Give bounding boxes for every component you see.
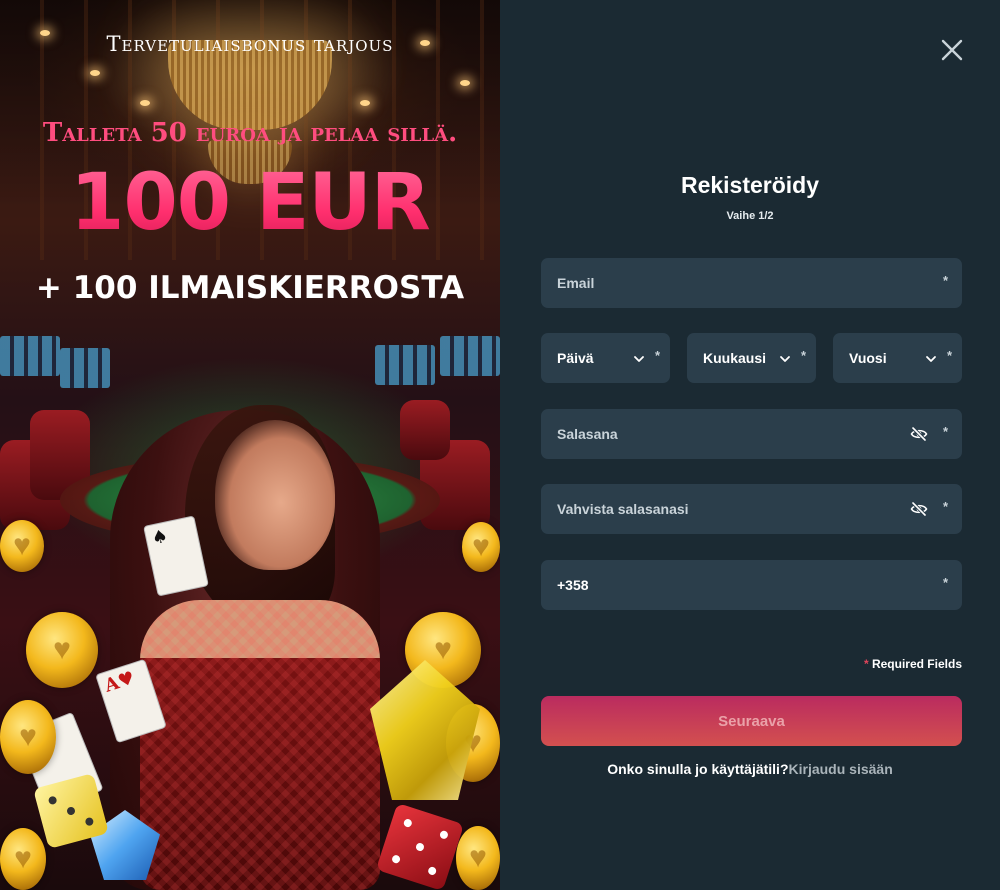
chevron-down-icon [926,356,936,362]
free-spins-label: + 100 ILMAISKIERROSTA [35,270,465,306]
password-field[interactable]: Salasana * [541,409,962,459]
required-fields-note: * Required Fields [500,657,962,671]
required-marker: * [942,575,948,590]
gold-coin [462,522,500,572]
eye-off-icon[interactable] [910,500,928,518]
phone-field[interactable]: +358 * [541,560,962,610]
character-face [215,420,335,570]
confirm-password-placeholder: Vahvista salasanasi [557,501,689,517]
year-select-label: Vuosi [849,350,887,366]
day-select-label: Päivä [557,350,594,366]
next-button[interactable]: Seuraava [541,696,962,746]
confirm-password-field[interactable]: Vahvista salasanasi * [541,484,962,534]
required-marker: * [942,424,948,439]
registration-modal: ♠ A♥ A♦ Tervetuliaisbonus tarjous Tallet… [0,0,1000,890]
month-select[interactable]: Kuukausi * [687,333,816,383]
slot-machines [375,345,435,385]
login-link[interactable]: Kirjaudu sisään [789,761,893,777]
chevron-down-icon [780,356,790,362]
deposit-offer-headline: Talleta 50 euroa ja pelaa sillä. [42,118,458,148]
ceiling-lamp [140,100,150,106]
required-marker: * [942,273,948,288]
month-select-label: Kuukausi [703,350,767,366]
slot-machines [60,348,110,388]
eye-off-icon[interactable] [910,425,928,443]
required-marker: * [800,348,806,363]
required-marker: * [942,499,948,514]
gold-coin [26,612,98,688]
phone-value: +358 [557,577,589,593]
close-button[interactable] [938,36,966,64]
ceiling-lamp [90,70,100,76]
required-note-text: Required Fields [871,657,962,671]
promo-banner: ♠ A♥ A♦ Tervetuliaisbonus tarjous Tallet… [0,0,500,890]
slot-machines [440,336,500,376]
email-field[interactable]: Email * [541,258,962,308]
required-marker: * [654,348,660,363]
slot-machines [0,336,60,376]
required-marker: * [946,348,952,363]
gold-coin [0,828,46,890]
year-select[interactable]: Vuosi * [833,333,962,383]
gold-coin [0,520,44,572]
welcome-bonus-label: Tervetuliaisbonus tarjous [106,32,394,56]
bonus-amount: 100 EUR [0,158,500,248]
day-select[interactable]: Päivä * [541,333,670,383]
gold-coin [0,700,56,774]
ceiling-lamp [360,100,370,106]
password-placeholder: Salasana [557,426,618,442]
red-dice [375,802,465,890]
chevron-down-icon [634,356,644,362]
casino-chair [400,400,450,460]
gold-coin [456,826,500,890]
close-icon [941,39,963,61]
login-question: Onko sinulla jo käyttäjätili? [607,761,789,777]
form-title: Rekisteröidy [680,172,820,198]
ceiling-lamp [460,80,470,86]
form-step-indicator: Vaihe 1/2 [726,210,774,222]
character-dress [140,600,380,890]
required-note-star: * [863,657,869,671]
email-placeholder: Email [557,275,595,291]
login-prompt: Onko sinulla jo käyttäjätili?Kirjaudu si… [500,761,1000,777]
